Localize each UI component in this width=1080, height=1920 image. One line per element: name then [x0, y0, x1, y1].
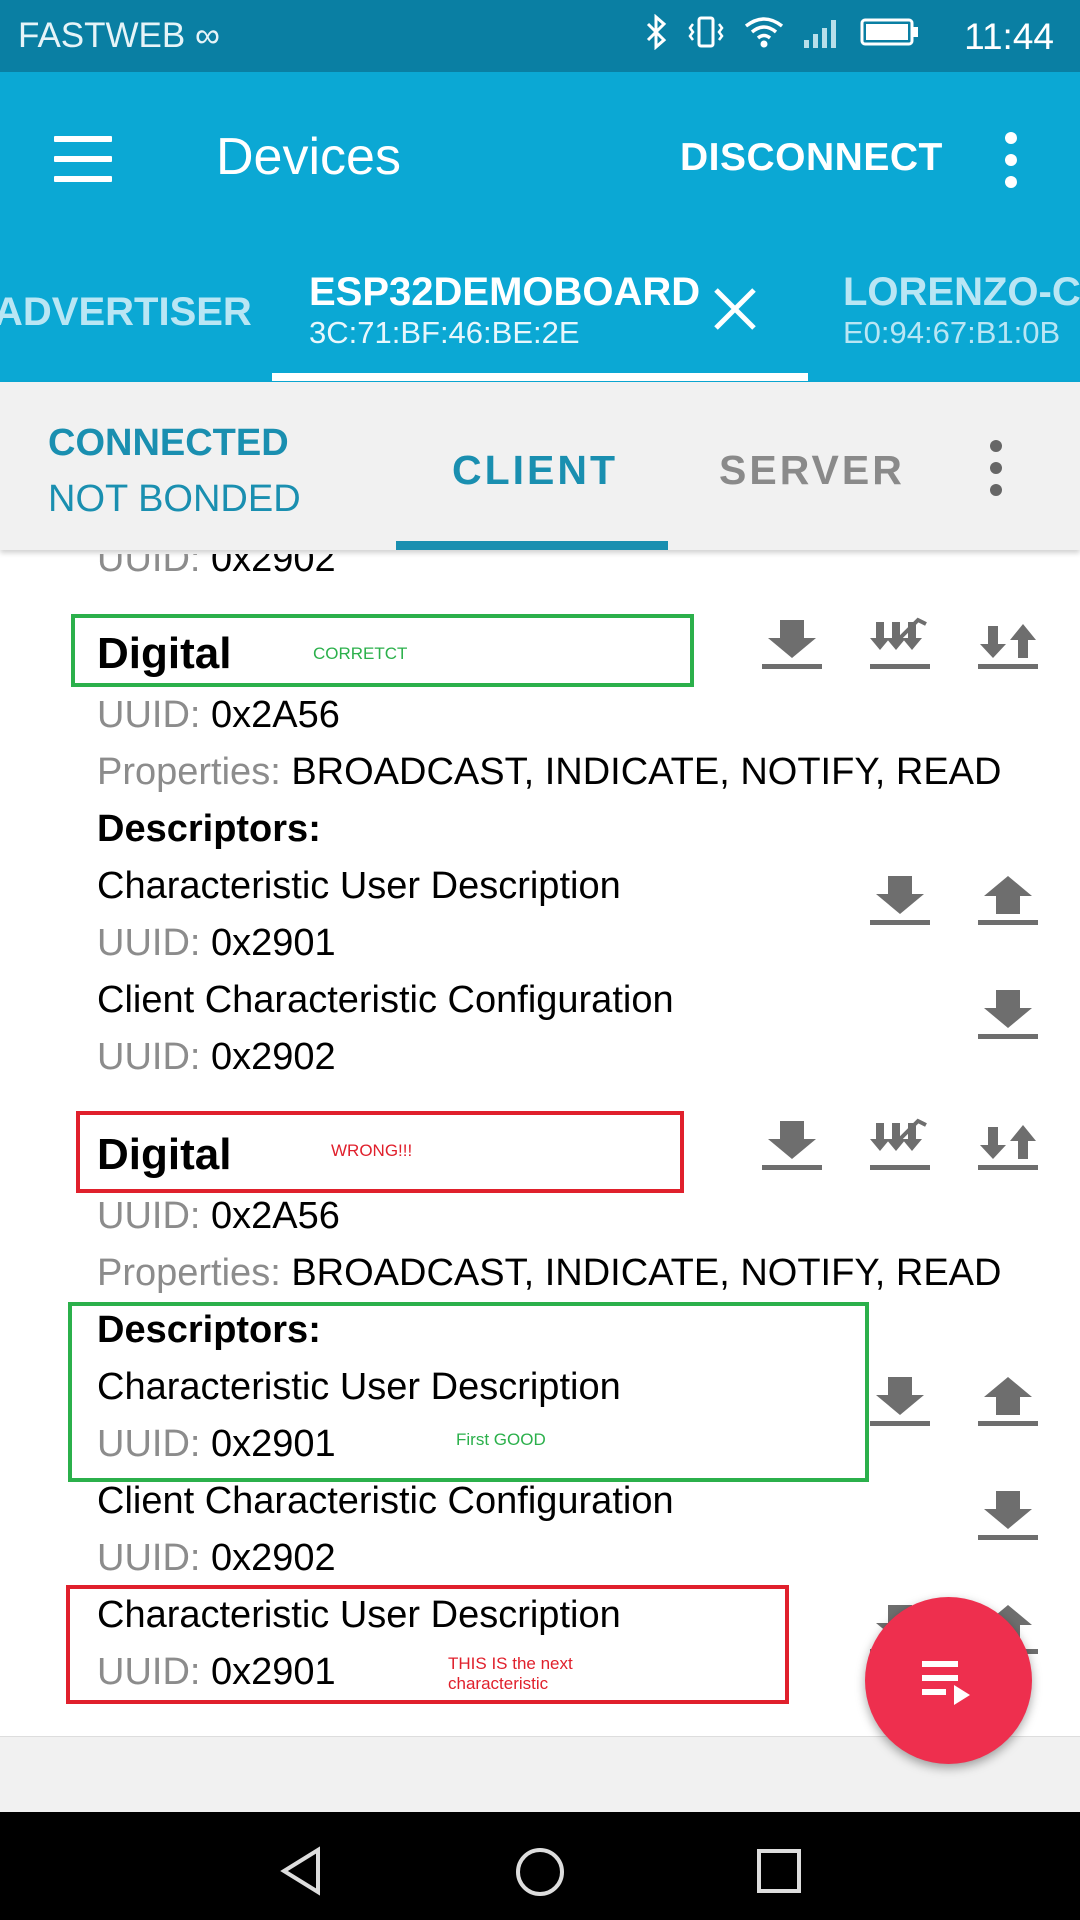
device-tab-address: 3C:71:BF:46:BE:2E [309, 315, 580, 350]
device-tab-esp32demoboard[interactable]: ESP32DEMOBOARD 3C:71:BF:46:BE:2E [309, 270, 700, 351]
tab-server[interactable]: SERVER [719, 447, 905, 494]
descriptor-uuid: UUID: 0x2901 [97, 922, 336, 964]
clock: 11:44 [964, 16, 1054, 57]
disconnect-button[interactable]: DISCONNECT [680, 136, 943, 180]
read-icon[interactable] [868, 872, 932, 928]
wifi-icon [744, 17, 784, 48]
more-vert-icon[interactable] [990, 440, 1004, 506]
signal-icon [804, 20, 836, 48]
write-icon[interactable] [976, 1373, 1040, 1429]
read-icon[interactable] [976, 1487, 1040, 1543]
home-icon[interactable] [514, 1846, 566, 1898]
write-icon[interactable] [976, 872, 1040, 928]
playlist-play-icon [922, 1661, 970, 1705]
read-icon[interactable] [868, 1373, 932, 1429]
notify-multiple-icon[interactable] [868, 616, 932, 672]
more-vert-icon[interactable] [1005, 132, 1019, 198]
recents-icon[interactable] [756, 1848, 802, 1894]
annotation-next-characteristic: THIS IS the next characteristic [448, 1654, 573, 1693]
descriptor-name: Characteristic User Description [97, 865, 621, 907]
connection-tab-bar: CONNECTED NOT BONDED CLIENT SERVER [0, 382, 1080, 550]
log-fab-button[interactable] [865, 1597, 1032, 1764]
status-bar: FASTWEB ∞ 11:44 [0, 0, 1080, 72]
tab-client[interactable]: CLIENT [452, 447, 618, 494]
read-icon[interactable] [760, 616, 824, 672]
system-nav-bar [0, 1812, 1080, 1920]
back-icon[interactable] [278, 1846, 324, 1896]
bond-state: NOT BONDED [48, 478, 301, 520]
indicate-icon[interactable] [976, 1117, 1040, 1173]
bluetooth-icon [646, 14, 667, 50]
device-tab-indicator [272, 373, 808, 381]
characteristic-uuid: UUID: 0x2A56 [97, 694, 340, 736]
device-tab-name: ADVERTISER [0, 290, 252, 334]
vibrate-icon [688, 16, 724, 48]
characteristic-uuid: UUID: 0x2A56 [97, 1195, 340, 1237]
indicate-icon[interactable] [976, 616, 1040, 672]
link-icon: ∞ [194, 16, 220, 55]
carrier-label: FASTWEB ∞ [18, 16, 220, 55]
menu-icon[interactable] [54, 136, 112, 182]
descriptor-name: Client Characteristic Configuration [97, 979, 674, 1021]
device-tab-name: ESP32DEMOBOARD [309, 270, 701, 314]
descriptor-name: Client Characteristic Configuration [97, 1480, 674, 1522]
annotation-correct: CORRETCT [313, 644, 408, 663]
annotation-wrong: WRONG!!! [331, 1141, 413, 1160]
device-tab-lorenzo[interactable]: LORENZO-CE E0:94:67:B1:0B [843, 270, 1080, 351]
device-tab-advertiser[interactable]: ADVERTISER [0, 290, 252, 335]
read-icon[interactable] [976, 986, 1040, 1042]
app-bar: Devices DISCONNECT ADVERTISER ESP32DEMOB… [0, 72, 1080, 382]
descriptor-uuid: UUID: 0x2902 [97, 1036, 336, 1078]
battery-icon [860, 18, 918, 46]
notify-multiple-icon[interactable] [868, 1117, 932, 1173]
tab-indicator [396, 541, 668, 550]
annotation-first-good: First GOOD [456, 1430, 546, 1449]
characteristic-properties: Properties: BROADCAST, INDICATE, NOTIFY,… [97, 751, 1002, 793]
status-icons [644, 14, 920, 50]
annotation-box-next-characteristic [66, 1585, 789, 1704]
connection-state: CONNECTED [48, 422, 289, 464]
close-tab-icon[interactable] [712, 286, 758, 337]
read-icon[interactable] [760, 1117, 824, 1173]
characteristic-properties: Properties: BROADCAST, INDICATE, NOTIFY,… [97, 1252, 1002, 1294]
device-tab-address: E0:94:67:B1:0B [843, 315, 1061, 350]
descriptors-heading: Descriptors: [97, 808, 321, 850]
annotation-box-first-good [68, 1302, 869, 1482]
device-tab-name: LORENZO-CE [843, 270, 1080, 314]
page-title: Devices [216, 128, 401, 186]
descriptor-uuid: UUID: 0x2902 [97, 1537, 336, 1579]
